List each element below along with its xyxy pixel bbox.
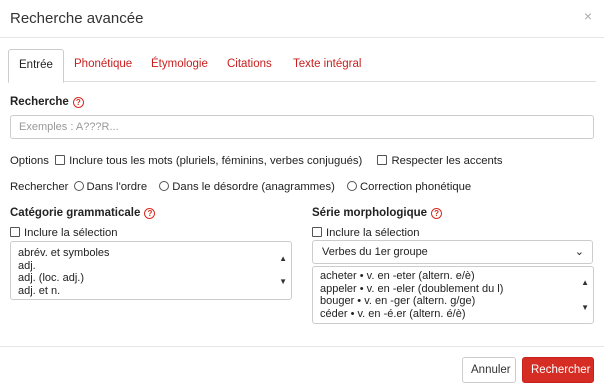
chevron-down-icon: ⌄ [574, 246, 584, 258]
list-item[interactable]: bouger • v. en -ger (altern. g/ge) [313, 295, 593, 308]
tab-entree[interactable]: Entrée [8, 49, 64, 83]
tab-citations[interactable]: Citations [227, 49, 272, 82]
cancel-button[interactable]: Annuler [462, 357, 516, 383]
list-item[interactable]: adj. (loc. adj.) [11, 272, 291, 285]
radio-anagrammes[interactable] [159, 181, 170, 191]
list-item[interactable]: abrév. et symboles [11, 247, 291, 260]
rechercher-row: Rechercher Dans l'ordre Dans le désordre… [10, 181, 471, 193]
radio-anagrammes-label: Dans le désordre (anagrammes) [172, 181, 335, 193]
scroll-down-icon[interactable]: ▼ [581, 303, 589, 312]
close-icon[interactable]: × [584, 8, 592, 24]
help-icon[interactable]: ? [72, 97, 84, 108]
serie-include: Inclure la sélection [312, 227, 420, 239]
list-item[interactable]: adj. [11, 260, 291, 273]
radio-dans-ordre[interactable] [73, 181, 84, 191]
tab-etymologie[interactable]: Étymologie [151, 49, 208, 82]
search-button[interactable]: Rechercher [522, 357, 594, 383]
scroll-down-icon[interactable]: ▼ [279, 277, 287, 286]
radio-phonetique-label: Correction phonétique [360, 181, 472, 193]
radio-dans-ordre-label: Dans l'ordre [86, 181, 148, 193]
serie-listbox[interactable]: acheter • v. en -eter (altern. e/è) appe… [312, 266, 594, 324]
rechercher-label: Rechercher [10, 181, 69, 193]
list-item[interactable]: appeler • v. en -eler (doublement du l) [313, 283, 593, 296]
tab-bar: Entrée Phonétique Étymologie Citations T… [8, 49, 596, 83]
categorie-listbox[interactable]: abrév. et symboles adj. adj. (loc. adj.)… [10, 241, 292, 300]
serie-label-text: Série morphologique [312, 207, 428, 219]
scroll-up-icon[interactable]: ▲ [581, 278, 589, 287]
serie-include-label: Inclure la sélection [326, 227, 420, 239]
options-row: Options Inclure tous les mots (pluriels,… [10, 155, 503, 167]
categorie-include-label: Inclure la sélection [24, 227, 118, 239]
accents-label: Respecter les accents [391, 155, 503, 167]
list-item[interactable]: céder • v. en -é.er (altern. é/è) [313, 308, 593, 321]
include-all-label: Inclure tous les mots (pluriels, féminin… [69, 155, 363, 167]
search-label: Recherche? [10, 96, 84, 108]
serie-select[interactable]: Verbes du 1er groupe ⌄ [312, 240, 593, 264]
categorie-include: Inclure la sélection [10, 227, 118, 239]
dialog-title: Recherche avancée [10, 10, 144, 27]
serie-label: Série morphologique? [312, 207, 443, 219]
include-all-checkbox[interactable] [55, 155, 66, 165]
list-item[interactable]: adj. et n. [11, 285, 291, 298]
search-input[interactable] [10, 115, 594, 139]
tab-texte-integral[interactable]: Texte intégral [293, 49, 361, 82]
categorie-label: Catégorie grammaticale? [10, 207, 156, 219]
help-icon[interactable]: ? [431, 208, 443, 219]
options-label: Options [10, 155, 49, 167]
list-item[interactable]: acheter • v. en -eter (altern. e/è) [313, 270, 593, 283]
dialog-header: Recherche avancée × [0, 0, 604, 38]
scroll-up-icon[interactable]: ▲ [279, 254, 287, 263]
serie-select-value: Verbes du 1er groupe [322, 246, 428, 258]
radio-phonetique[interactable] [347, 181, 358, 191]
categorie-include-checkbox[interactable] [10, 227, 20, 237]
accents-checkbox[interactable] [377, 155, 388, 165]
help-icon[interactable]: ? [144, 208, 156, 219]
serie-include-checkbox[interactable] [312, 227, 322, 237]
categorie-label-text: Catégorie grammaticale [10, 207, 141, 219]
tab-phonetique[interactable]: Phonétique [74, 49, 132, 82]
search-label-text: Recherche [10, 96, 69, 108]
